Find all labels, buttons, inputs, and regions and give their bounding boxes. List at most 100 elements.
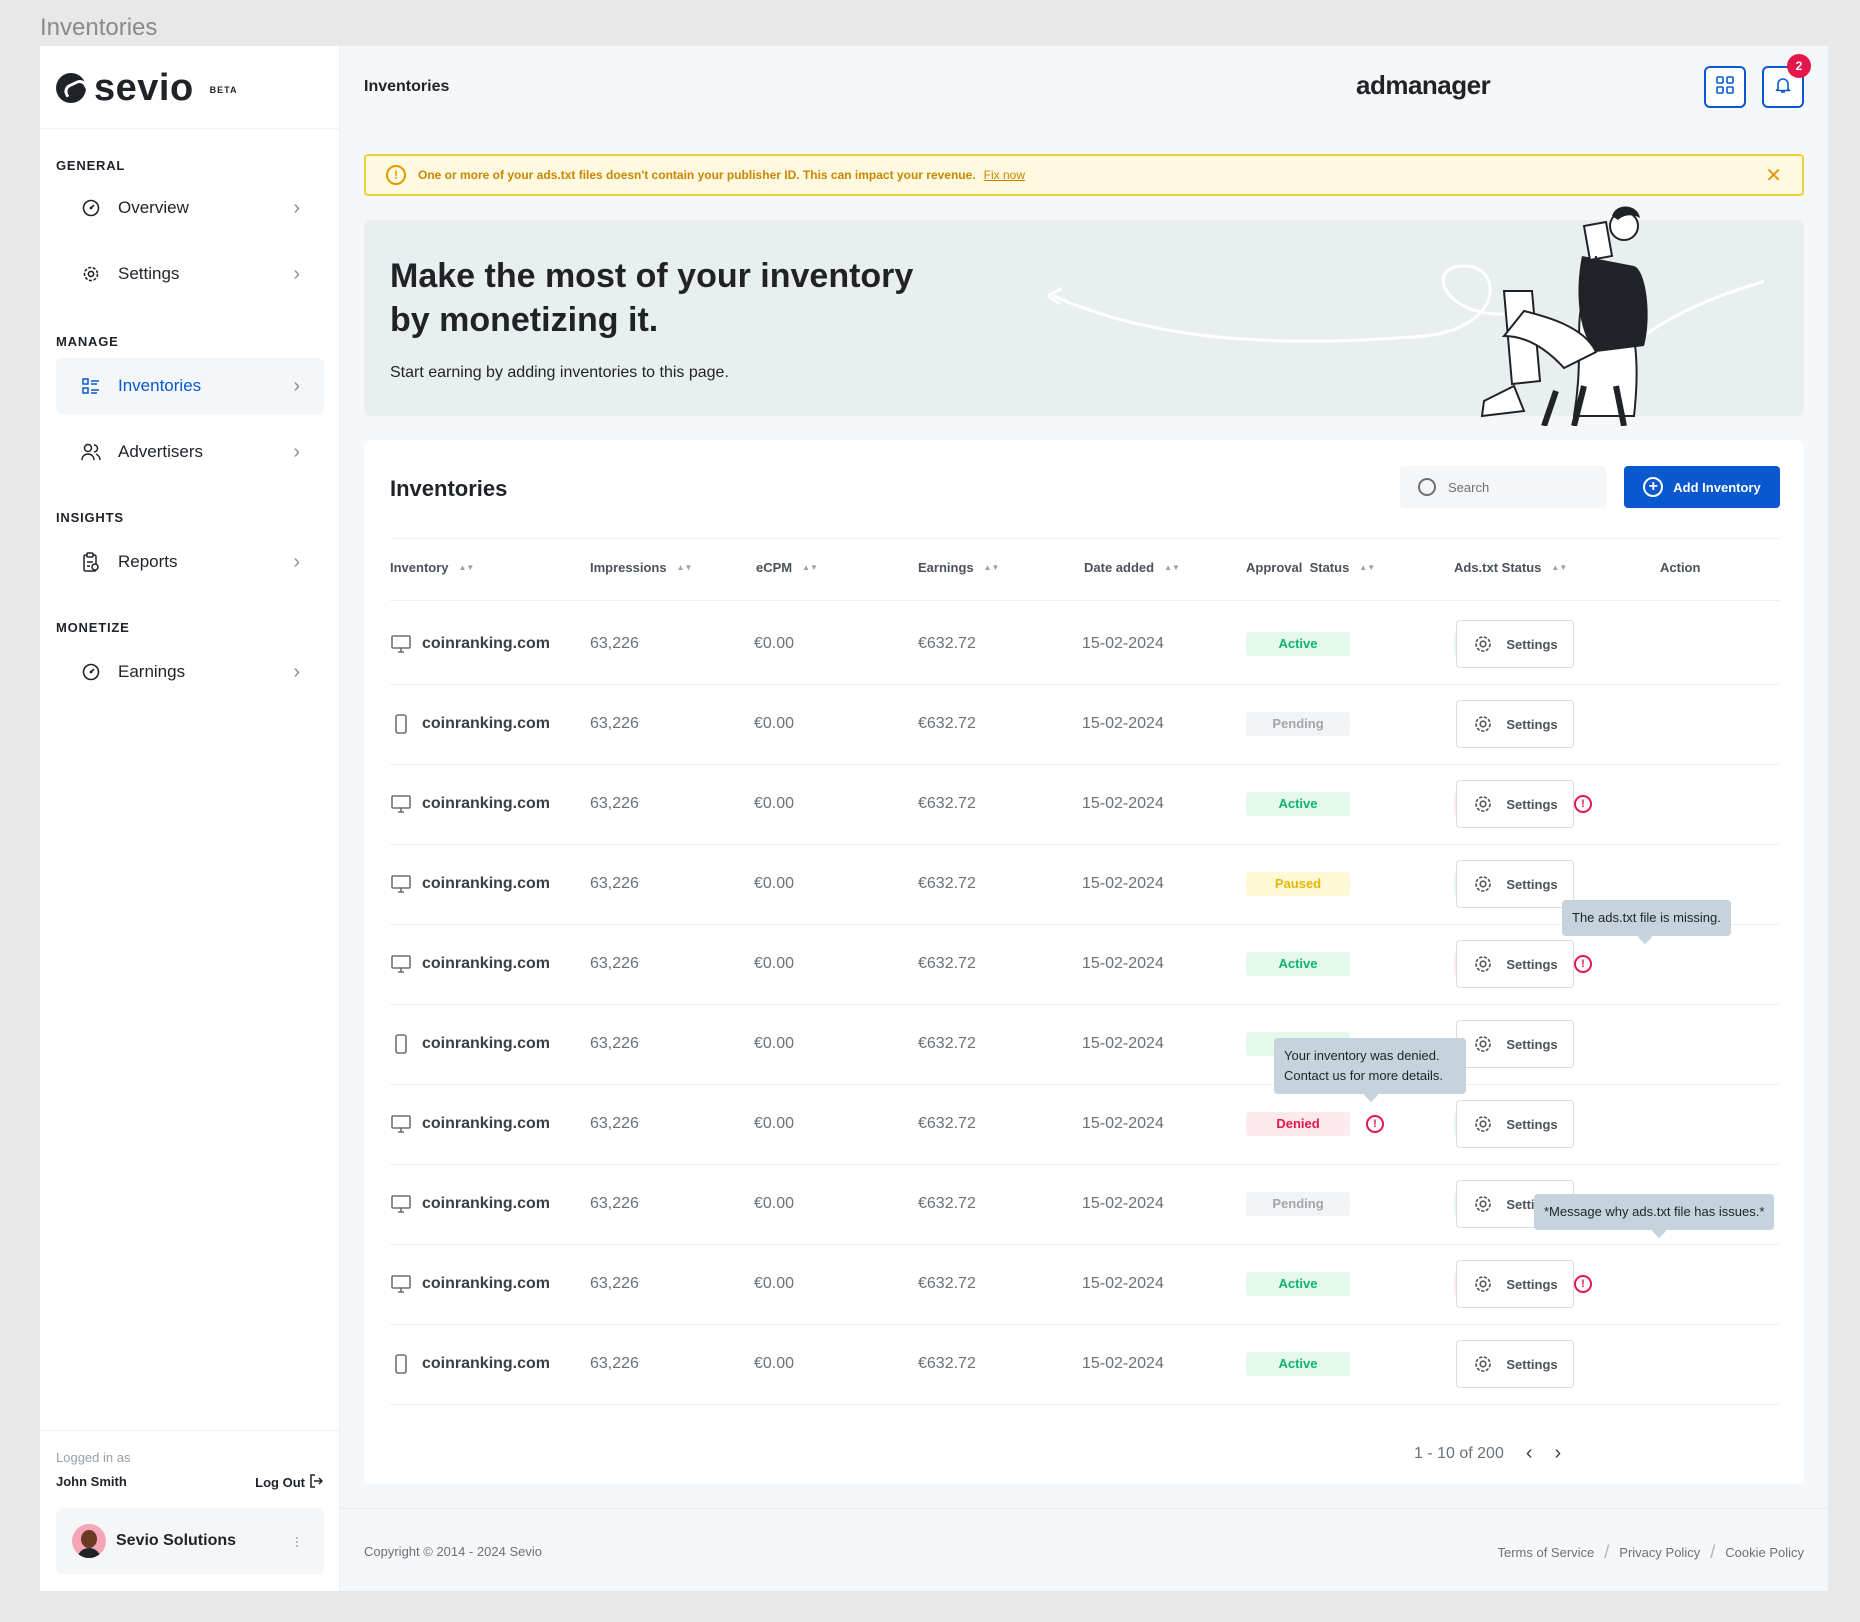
ecpm-cell: €0.00 [754,1164,794,1244]
privacy-link[interactable]: Privacy Policy [1619,1545,1700,1560]
page-frame-title: Inventories [40,14,157,42]
search-input[interactable]: Search [1400,466,1606,508]
row-settings-button[interactable]: Settings [1456,1340,1574,1388]
earnings-cell: €632.72 [918,1084,976,1164]
info-circle-icon[interactable]: ! [1574,795,1592,813]
impressions-cell: 63,226 [590,1164,639,1244]
chevron-left-icon[interactable]: ‹ [1526,1442,1533,1465]
chevron-right-icon: › [293,551,300,574]
inventory-cell[interactable]: coinranking.com [390,1004,550,1084]
earnings-cell: €632.72 [918,764,976,844]
cookie-link[interactable]: Cookie Policy [1725,1545,1804,1560]
sidebar-item-label: Inventories [118,376,201,396]
row-settings-button[interactable]: Settings [1456,1100,1574,1148]
inventory-cell[interactable]: coinranking.com [390,764,550,844]
inventory-cell[interactable]: coinranking.com [390,1164,550,1244]
inventory-cell[interactable]: coinranking.com [390,1324,550,1404]
section-label-manage: MANAGE [56,334,119,349]
main-content: Inventories admanager 2 ! One or more of… [340,46,1828,1591]
desktop-icon [390,953,412,975]
date-cell: 15-02-2024 [1082,1164,1164,1244]
divider [40,1430,340,1431]
settings-label: Settings [1506,637,1557,652]
sidebar-item-overview[interactable]: Overview › [56,180,324,236]
column-header-date-added[interactable]: Date added▲▼ [1084,560,1180,575]
sidebar-item-reports[interactable]: Reports › [56,534,324,590]
sidebar-item-settings[interactable]: Settings › [56,246,324,302]
approval-status-badge: Active [1246,952,1350,976]
earnings-cell: €632.72 [918,1324,976,1404]
sidebar-item-earnings[interactable]: Earnings › [56,644,324,700]
inventory-cell[interactable]: coinranking.com [390,924,550,1004]
approval-status-cell: Paused [1246,844,1350,924]
grid-icon [1716,76,1734,99]
approval-status-badge: Pending [1246,1192,1350,1216]
add-inventory-button[interactable]: + Add Inventory [1624,466,1780,508]
row-settings-button[interactable]: Settings [1456,860,1574,908]
column-header-earnings[interactable]: Earnings▲▼ [918,560,999,575]
sort-icon: ▲▼ [802,564,818,572]
row-settings-button[interactable]: Settings [1456,940,1574,988]
earnings-cell: €632.72 [918,684,976,764]
search-icon [1418,478,1436,496]
close-icon[interactable]: ✕ [1765,163,1782,188]
inventory-cell[interactable]: coinranking.com [390,604,550,684]
column-header-impressions[interactable]: Impressions▲▼ [590,560,692,575]
desktop-icon [390,873,412,895]
column-label: Ads.txt Status [1454,560,1541,575]
approval-status-badge: Denied [1246,1112,1350,1136]
table-row: coinranking.com63,226€0.00€632.7215-02-2… [364,1004,1804,1084]
row-settings-button[interactable]: Settings [1456,780,1574,828]
fix-now-link[interactable]: Fix now [984,168,1025,182]
apps-button[interactable] [1704,66,1746,108]
page-title: Inventories [364,78,449,96]
column-label: Action [1660,560,1700,575]
gear-icon [1472,873,1494,895]
column-label: Approval Status [1246,560,1349,575]
row-divider [390,1404,1780,1405]
warning-circle-icon: ! [386,165,406,185]
notification-count-badge: 2 [1787,54,1811,78]
column-header-adstxt-status[interactable]: Ads.txt Status▲▼ [1454,560,1567,575]
row-settings-button[interactable]: Settings [1456,700,1574,748]
logout-button[interactable]: Log Out [255,1474,323,1491]
chevron-right-icon[interactable]: › [1555,1442,1562,1465]
column-header-inventory[interactable]: Inventory▲▼ [390,560,474,575]
column-header-ecpm[interactable]: eCPM▲▼ [756,560,818,575]
sidebar-item-advertisers[interactable]: Advertisers › [56,424,324,480]
row-settings-button[interactable]: Settings [1456,1260,1574,1308]
approval-status-badge: Active [1246,792,1350,816]
sevio-logo[interactable]: sevio BETA [56,68,238,108]
mobile-icon [390,1353,412,1375]
inventory-cell[interactable]: coinranking.com [390,1244,550,1324]
mobile-icon [390,713,412,735]
more-vertical-icon[interactable]: ··· [287,1535,308,1547]
impressions-cell: 63,226 [590,844,639,924]
table-row: coinranking.com63,226€0.00€632.7215-02-2… [364,764,1804,844]
inventory-cell[interactable]: coinranking.com [390,684,550,764]
tooltip-missing-file: The ads.txt file is missing. [1562,900,1731,936]
org-switcher[interactable]: Sevio Solutions ··· [56,1508,324,1574]
info-circle-icon[interactable]: ! [1366,1115,1384,1133]
inventory-cell[interactable]: coinranking.com [390,844,550,924]
desktop-icon [390,1193,412,1215]
sidebar-item-inventories[interactable]: Inventories › [56,358,324,414]
ecpm-cell: €0.00 [754,844,794,924]
separator: / [1604,1542,1609,1563]
approval-status-cell: Denied! [1246,1084,1384,1164]
sidebar-item-label: Settings [118,264,179,284]
desktop-icon [390,793,412,815]
terms-link[interactable]: Terms of Service [1497,1545,1594,1560]
earnings-cell: €632.72 [918,604,976,684]
column-header-approval-status[interactable]: Approval Status▲▼ [1246,560,1375,575]
date-cell: 15-02-2024 [1082,1084,1164,1164]
row-settings-button[interactable]: Settings [1456,1020,1574,1068]
gear-icon [1472,1353,1494,1375]
info-circle-icon[interactable]: ! [1574,955,1592,973]
row-settings-button[interactable]: Settings [1456,620,1574,668]
info-circle-icon[interactable]: ! [1574,1275,1592,1293]
inventory-cell[interactable]: coinranking.com [390,1084,550,1164]
gear-icon [80,263,102,285]
settings-label: Settings [1506,877,1557,892]
desktop-icon [390,1273,412,1295]
